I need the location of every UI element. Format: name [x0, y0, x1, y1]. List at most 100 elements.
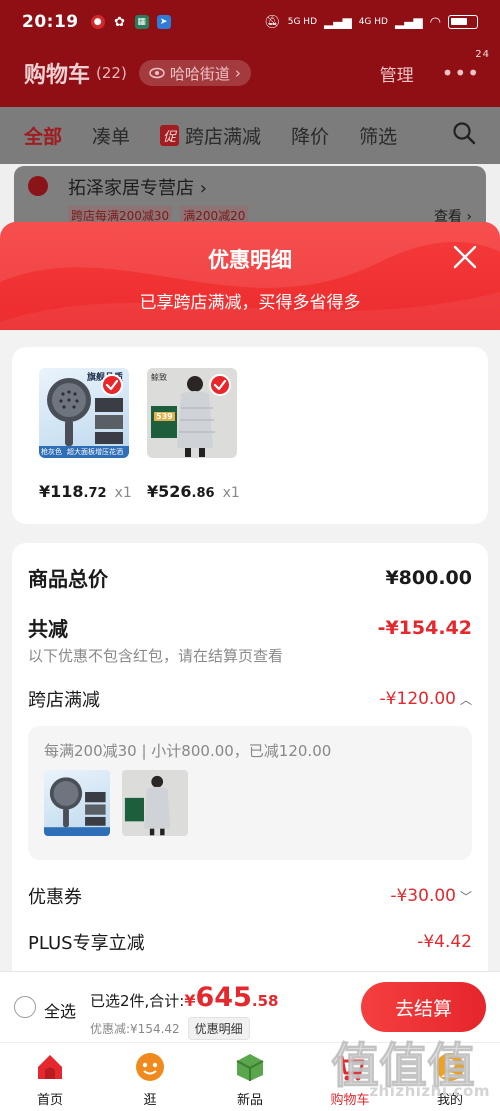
product-image: 旗舰品质 枪灰色 超大面板增压花洒 [39, 368, 129, 458]
watermark-text: zhizhizhi.com [369, 1082, 490, 1100]
address-selector[interactable]: 哈哈街道 › [138, 60, 251, 86]
tab-all[interactable]: 全部 [24, 122, 62, 149]
status-right: 🔕︎ 5G HD ▂▄▆ 4G HD ▂▄▆ ◠ [264, 15, 478, 30]
cross-store-value-wrap: -¥120.00 ︿ [380, 689, 472, 709]
discount-note-row: 以下优惠不包含红包，请在结算页查看 [28, 645, 472, 666]
more-button[interactable]: ••• 24 [442, 49, 489, 85]
cart-title: 购物车 [24, 63, 91, 88]
nav-home-label: 首页 [36, 1093, 63, 1108]
product-qty: x1 [114, 485, 132, 501]
status-bar: 20:19 ● ✿ ▦ ➤ 🔕︎ 5G HD ▂▄▆ 4G HD ▂▄▆ ◠ [0, 0, 500, 44]
tab-price-drop[interactable]: 降价 [291, 122, 329, 149]
product-image-footer-right: 超大面板增压花洒 [67, 448, 123, 456]
discount-total-row: 共减 -¥154.42 [28, 613, 472, 642]
product-item-down-jacket[interactable]: 鲸致 539 ¥526.86 x1 [147, 368, 240, 501]
shower-head-thumb [44, 777, 110, 836]
chevron-down-icon: ﹀ [459, 889, 472, 904]
cross-store-label: 跨店满减 [28, 690, 100, 711]
tab-bundle[interactable]: 凑单 [92, 122, 130, 149]
mute-icon: 🔕︎ [264, 14, 281, 30]
promo-tag-icon: 促 [160, 125, 180, 146]
product-brand: 鲸致 [151, 373, 167, 382]
product-image-price-tag: 539 [154, 412, 175, 421]
discount-total-label: 共减 [28, 617, 68, 641]
product-price: ¥118.72 x1 [39, 482, 132, 501]
checkout-summary-label: 已选2件,合计: [90, 992, 185, 1010]
coupon-value-wrap: -¥30.00 ﹀ [390, 886, 472, 906]
wifi-icon: ◠ [429, 14, 441, 30]
status-time: 20:19 [22, 12, 79, 32]
product-price-dec: .86 [191, 486, 215, 501]
total-price-row: 商品总价 ¥800.00 [28, 563, 472, 592]
store-name[interactable]: 拓泽家居专营店 › [68, 174, 207, 200]
checkout-total-int: 645 [195, 982, 252, 1013]
cross-store-detail-text: 每满200减30 | 小计800.00，已减120.00 [44, 742, 332, 760]
nav-cart[interactable]: 购物车 [300, 1043, 400, 1111]
down-jacket-thumb [124, 775, 171, 836]
nav-new-products[interactable]: 新品 [200, 1043, 300, 1111]
browse-icon [134, 1051, 166, 1083]
plus-discount-row: PLUS专享立减 -¥4.42 [28, 929, 472, 955]
profile-icon [434, 1051, 466, 1083]
cart-count: (22) [96, 64, 127, 82]
status-notification-icons: ● ✿ ▦ ➤ [90, 14, 171, 30]
network-2: 4G HD [358, 17, 388, 27]
nav-browse[interactable]: 逛 [100, 1043, 200, 1111]
manage-button[interactable]: 管理 [380, 61, 414, 86]
nav-profile[interactable]: 我的 [400, 1043, 500, 1111]
cart-header-background: 20:19 ● ✿ ▦ ➤ 🔕︎ 5G HD ▂▄▆ 4G HD ▂▄▆ ◠ 购… [0, 0, 500, 107]
weibo-icon: ● [90, 15, 105, 29]
close-icon[interactable] [452, 244, 478, 270]
select-all-checkbox[interactable] [14, 996, 36, 1018]
product-price-dec: .72 [83, 486, 107, 501]
chevron-up-icon: ︿ [459, 692, 472, 707]
coupon-row[interactable]: 优惠券 -¥30.00 ﹀ [28, 883, 472, 909]
discount-note: 以下优惠不包含红包，请在结算页查看 [28, 647, 284, 665]
checkout-summary: 已选2件,合计: ¥ 645 .58 [90, 982, 278, 1013]
total-price-label: 商品总价 [28, 567, 108, 591]
battery-icon [448, 15, 478, 29]
total-price-value: ¥800.00 [385, 566, 472, 589]
cart-title-row: 购物车 (22) 哈哈街道 › 管理 ••• 24 [24, 49, 489, 91]
product-price-int: ¥118 [39, 482, 84, 501]
store-row: 拓泽家居专营店 › 跨店每满200减30 满200减20 查看 › [14, 166, 486, 230]
wechat-icon: ✿ [114, 14, 126, 30]
cross-store-detail-box: 每满200减30 | 小计800.00，已减120.00 [28, 726, 472, 860]
product-qty: x1 [222, 485, 240, 501]
tab-filter[interactable]: 筛选 [359, 122, 397, 149]
checkout-discount-line: 优惠减:¥154.42 优惠明细 [90, 1017, 250, 1040]
search-icon [453, 122, 476, 145]
selected-products-card: 旗舰品质 枪灰色 超大面板增压花洒 ¥118.72 x1 鲸致 539 [12, 347, 488, 524]
store-checkbox[interactable] [28, 176, 48, 196]
nav-browse-label: 逛 [143, 1093, 157, 1108]
product-price: ¥526.86 x1 [147, 482, 240, 501]
eye-icon [149, 67, 165, 79]
tab-cross-store-label: 跨店满减 [185, 126, 262, 148]
mini-product-shower-head [44, 770, 110, 836]
nav-new-products-label: 新品 [236, 1093, 263, 1108]
sheet-wave-decoration [0, 222, 500, 332]
select-all-label[interactable]: 全选 [44, 998, 76, 1022]
tab-cross-store[interactable]: 促 跨店满减 [160, 122, 261, 149]
mini-product-down-jacket [122, 770, 188, 836]
cart-filter-tabs: 全部 凑单 促 跨店满减 降价 筛选 [0, 107, 500, 164]
coupon-value: -¥30.00 [390, 886, 456, 906]
discount-details-card: 商品总价 ¥800.00 共减 -¥154.42 以下优惠不包含红包，请在结算页… [12, 543, 488, 973]
discount-details-button[interactable]: 优惠明细 [187, 1017, 250, 1040]
nav-home[interactable]: 首页 [0, 1043, 100, 1111]
signal-icon: ▂▄▆ [324, 15, 352, 29]
sheet-subtitle: 已享跨店满减，买得多省得多 [139, 293, 361, 313]
sheet-title: 优惠明细 [208, 248, 292, 272]
product-item-shower-head[interactable]: 旗舰品质 枪灰色 超大面板增压花洒 ¥118.72 x1 [39, 368, 132, 501]
product-image-footer-left: 枪灰色 [41, 448, 62, 456]
checkout-total-dec: .58 [251, 992, 279, 1010]
search-button[interactable] [452, 121, 476, 150]
store-name-text: 拓泽家居专营店 [68, 178, 194, 199]
more-badge: 24 [475, 49, 490, 60]
checkout-button[interactable]: 去结算 [361, 982, 486, 1032]
coupon-label: 优惠券 [28, 887, 82, 908]
cross-store-row[interactable]: 跨店满减 -¥120.00 ︿ [28, 686, 472, 712]
signal-icon-2: ▂▄▆ [394, 15, 423, 29]
discount-total-value: -¥154.42 [377, 616, 472, 639]
checkout-discount-text: 优惠减:¥154.42 [90, 1022, 180, 1036]
